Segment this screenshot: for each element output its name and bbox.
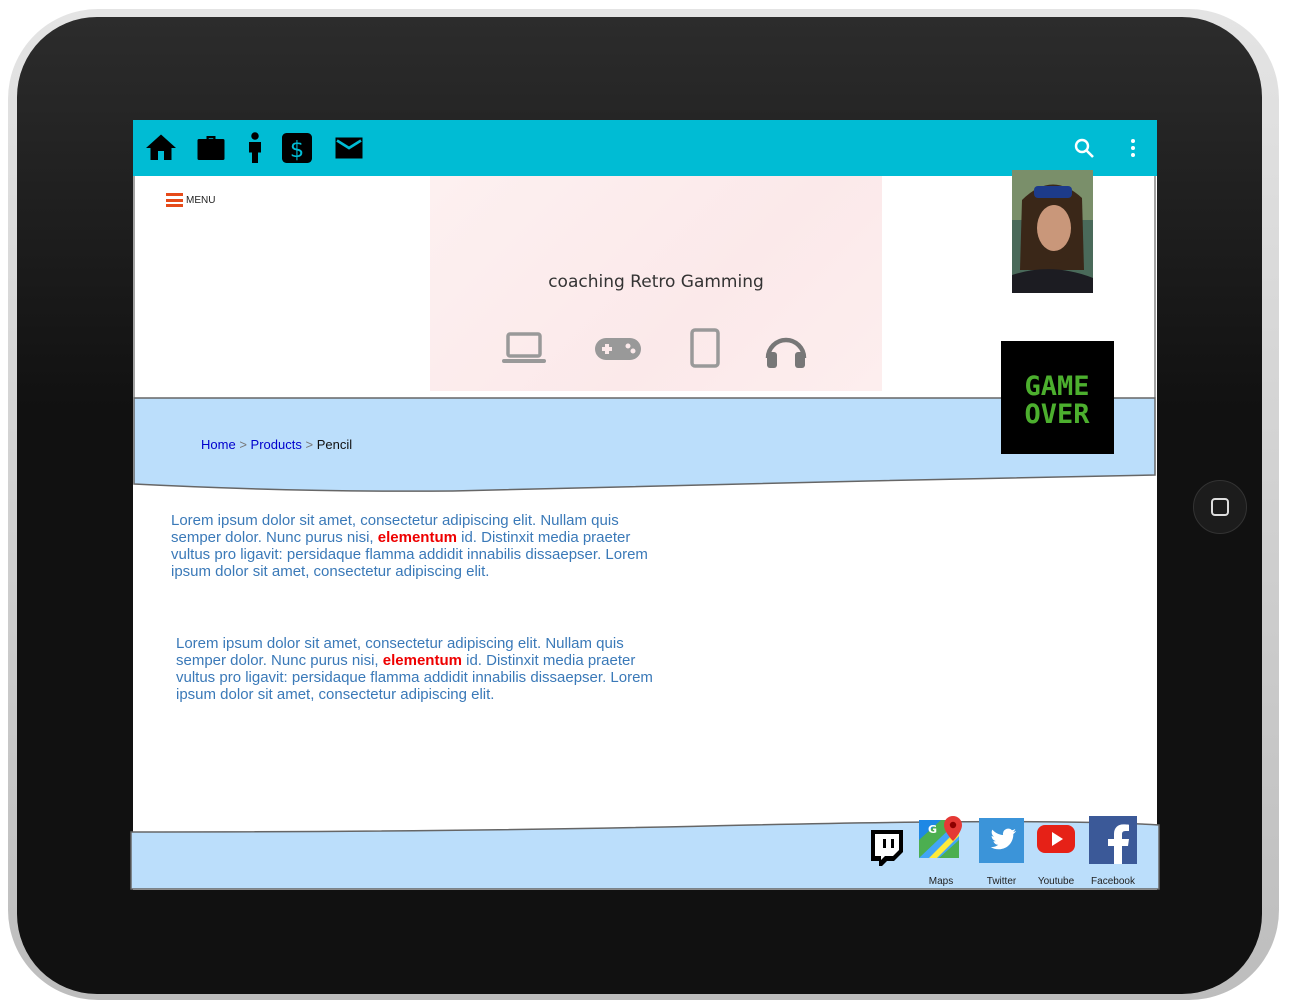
top-toolbar: $ [133,120,1157,176]
facebook-label: Facebook [1091,876,1135,887]
menu-label: MENU [186,194,216,206]
gamepad-icon [595,338,641,360]
screen: $ MENU coaching Retro Gamming GAME OVER … [130,120,1160,890]
banner-title: coaching Retro Gamming [548,272,764,292]
youtube-label: Youtube [1037,876,1075,887]
twitter-label: Twitter [986,876,1017,887]
dollar-icon[interactable]: $ [279,130,315,166]
mail-icon[interactable] [331,130,367,166]
more-vert-icon[interactable] [1121,136,1145,160]
breadcrumb-products[interactable]: Products [251,437,302,452]
maps-link[interactable]: G Maps [919,816,963,887]
device-home-button[interactable] [1193,480,1247,534]
breadcrumb-separator: > [305,437,314,452]
twitter-icon [979,818,1024,863]
home-square-icon [1211,498,1229,516]
home-icon[interactable] [143,130,179,166]
google-maps-icon: G [919,816,962,858]
youtube-link[interactable]: Youtube [1036,820,1076,887]
emphasis-text: elementum [377,529,457,546]
hero-banner: coaching Retro Gamming [430,176,882,391]
briefcase-icon[interactable] [193,130,229,166]
paragraph-2: Lorem ipsum dolor sit amet, consectetur … [176,635,653,703]
twitch-link[interactable] [868,827,906,867]
breadcrumb-separator: > [239,437,247,452]
game-over-line2: OVER [1024,399,1090,430]
headphones-icon [765,337,807,368]
paragraph-1: Lorem ipsum dolor sit amet, consectetur … [171,512,648,580]
menu-button[interactable]: MENU [166,192,215,208]
search-icon[interactable] [1072,136,1096,160]
hamburger-icon [166,193,183,207]
tablet-icon [690,328,720,368]
laptop-icon [502,332,546,363]
breadcrumb-current: Pencil [316,437,353,452]
avatar-photo [1012,170,1093,293]
facebook-icon [1089,816,1137,864]
maps-label: Maps [928,876,954,887]
breadcrumb-home[interactable]: Home [201,437,236,452]
facebook-link[interactable]: Facebook [1089,816,1137,887]
twitch-icon [871,830,903,866]
svg-text:G: G [928,823,937,836]
person-icon[interactable] [237,130,273,166]
breadcrumb: Home > Products > Pencil [201,437,352,452]
youtube-icon [1037,825,1075,853]
twitter-link[interactable]: Twitter [979,818,1024,887]
game-over-line1: GAME [1024,371,1089,402]
game-over-logo: GAME OVER [1001,341,1114,454]
svg-text:$: $ [290,137,304,163]
emphasis-text: elementum [382,652,462,669]
